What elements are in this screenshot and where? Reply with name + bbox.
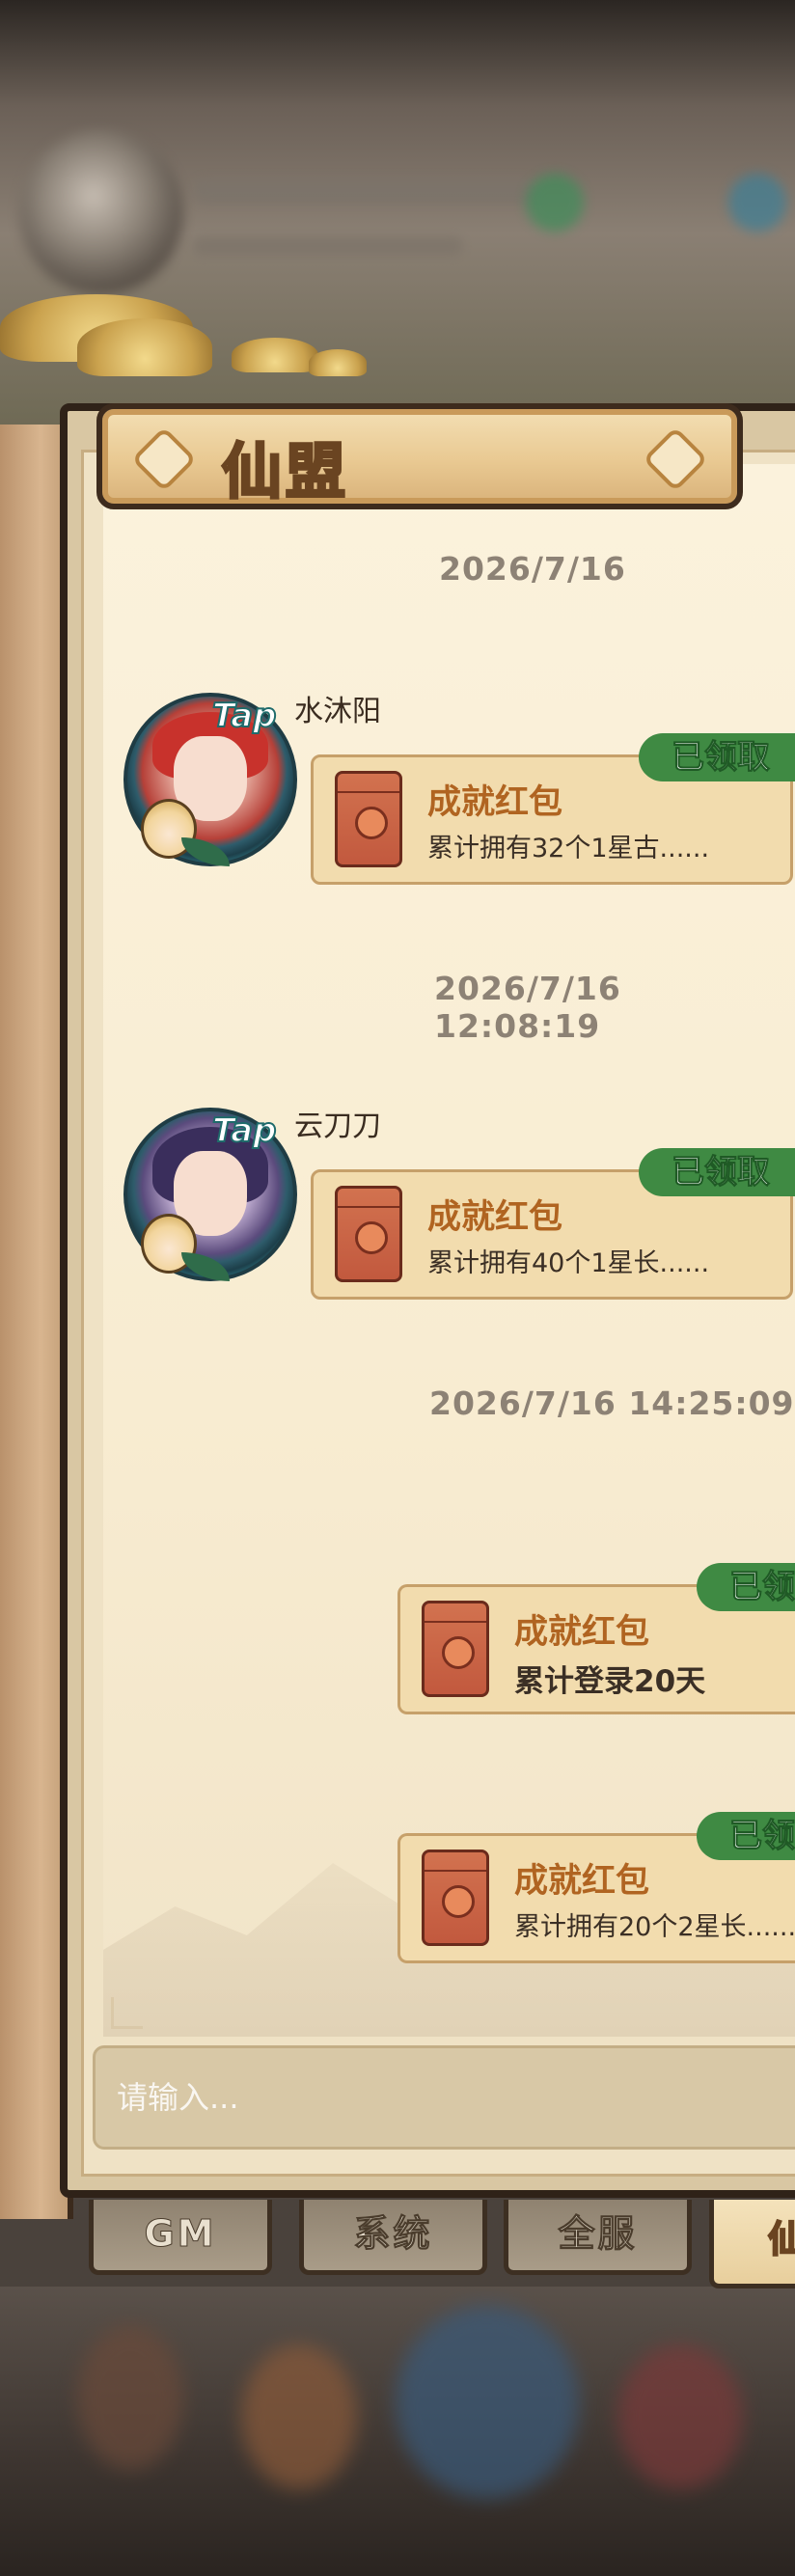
red-envelope-icon xyxy=(335,771,402,867)
blurred-game-background-bottom xyxy=(0,2287,795,2576)
blurred-character xyxy=(396,2306,579,2499)
chat-input-box[interactable] xyxy=(93,2045,795,2150)
message-timestamp: 2026/7/16 12:08:19 xyxy=(434,970,621,1045)
coin-icon xyxy=(355,1221,388,1254)
red-envelope-icon xyxy=(422,1850,489,1946)
red-packet-title: 成就红包 xyxy=(427,1198,563,1237)
page-title: 仙盟 xyxy=(220,435,350,508)
red-packet-description: 累计拥有20个2星长...... xyxy=(514,1912,795,1942)
blurred-character xyxy=(77,2325,183,2470)
tap-badge: Tap xyxy=(211,696,277,736)
tab-world[interactable]: 全服 xyxy=(504,2200,692,2275)
claimed-status-badge: 已领取 xyxy=(639,733,795,781)
red-envelope-icon xyxy=(335,1186,402,1282)
banner-knot-ornament xyxy=(643,426,708,492)
chat-input[interactable] xyxy=(96,2048,795,2147)
tab-guild[interactable]: 仙 xyxy=(709,2200,795,2288)
blurred-player-avatar xyxy=(19,130,183,294)
red-packet-title: 成就红包 xyxy=(514,1613,650,1652)
coin-icon xyxy=(442,1885,475,1918)
tab-gm[interactable]: GM xyxy=(89,2200,272,2275)
coin-icon xyxy=(355,807,388,839)
tab-system[interactable]: 系统 xyxy=(299,2200,487,2275)
player-avatar[interactable]: Tap xyxy=(123,1108,302,1286)
player-name: 水沐阳 xyxy=(294,695,381,728)
red-envelope-icon xyxy=(422,1601,489,1697)
title-banner xyxy=(96,403,743,509)
coin-icon xyxy=(442,1636,475,1669)
blurred-name-bar xyxy=(193,178,540,204)
blurred-green-icon xyxy=(526,174,584,232)
red-packet-description: 累计登录20天 xyxy=(514,1664,706,1699)
blurred-character xyxy=(241,2344,357,2489)
red-packet-description: 累计拥有32个1星古...... xyxy=(427,834,710,863)
tap-badge: Tap xyxy=(211,1110,277,1151)
golden-mushroom-decoration xyxy=(309,349,367,376)
claimed-status-badge: 已领 xyxy=(697,1563,795,1611)
blurred-exp-bar xyxy=(193,236,463,256)
golden-mushroom-decoration xyxy=(77,318,212,376)
golden-mushroom-decoration xyxy=(232,338,318,372)
banner-knot-ornament xyxy=(131,426,197,492)
player-name: 云刀刀 xyxy=(294,1110,381,1143)
claimed-status-badge: 已领 xyxy=(697,1812,795,1860)
message-timestamp: 2026/7/16 11:59:18 xyxy=(439,550,626,592)
red-packet-title: 成就红包 xyxy=(514,1862,650,1901)
blurred-blue-icon xyxy=(728,174,786,232)
player-avatar[interactable]: Tap xyxy=(123,693,302,871)
blurred-character xyxy=(617,2344,743,2489)
claimed-status-badge: 已领取 xyxy=(639,1148,795,1196)
red-packet-description: 累计拥有40个1星长...... xyxy=(427,1248,710,1278)
message-timestamp: 2026/7/16 14:25:09 xyxy=(429,1384,795,1422)
blurred-game-background-top xyxy=(0,0,795,425)
red-packet-title: 成就红包 xyxy=(427,783,563,822)
